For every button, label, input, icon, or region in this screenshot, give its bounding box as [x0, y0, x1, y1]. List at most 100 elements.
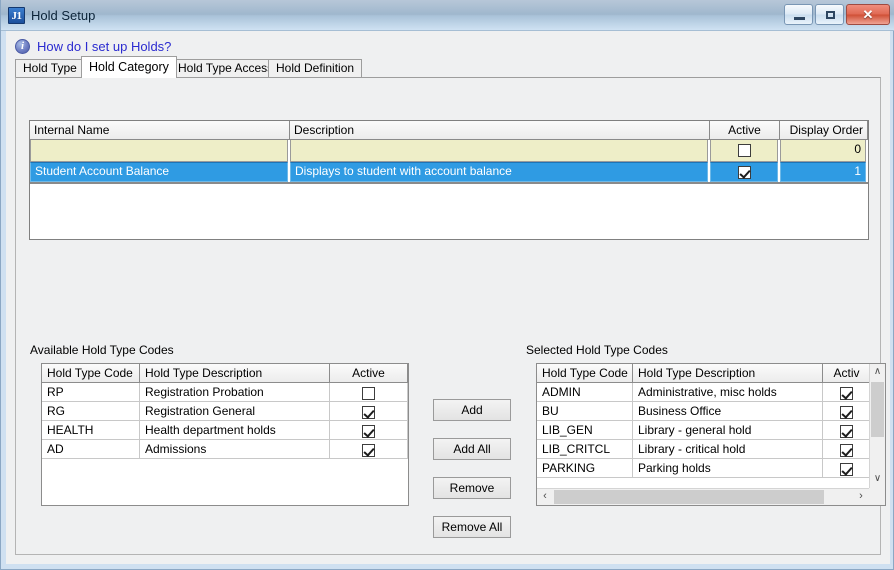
remove-all-button[interactable]: Remove All	[433, 516, 511, 538]
help-row: i How do I set up Holds?	[15, 35, 171, 57]
remove-button[interactable]: Remove	[433, 477, 511, 499]
selected-vertical-scrollbar[interactable]: ∧ ∨	[869, 364, 885, 488]
add-button[interactable]: Add	[433, 399, 511, 421]
available-row-active-checkbox[interactable]	[362, 444, 375, 457]
selected-column-header-code[interactable]: Hold Type Code	[537, 364, 633, 382]
column-header-internal-name[interactable]: Internal Name	[30, 121, 290, 139]
hold-category-grid[interactable]: Internal Name Description Active Display…	[29, 120, 869, 240]
available-row-active-checkbox[interactable]	[362, 406, 375, 419]
app-icon: J1	[8, 7, 25, 24]
selected-row-code: LIB_CRITCL	[537, 440, 633, 458]
add-all-button[interactable]: Add All	[433, 438, 511, 460]
available-row-description: Registration Probation	[140, 383, 330, 401]
selected-section-label: Selected Hold Type Codes	[526, 343, 668, 357]
selected-row-active-cell[interactable]	[823, 440, 871, 458]
tab-page-hold-category: Internal Name Description Active Display…	[15, 77, 881, 555]
selected-row-active-cell[interactable]	[823, 402, 871, 420]
row-internal-name[interactable]: Student Account Balance	[30, 162, 288, 182]
available-row-code: RG	[42, 402, 140, 420]
selected-row-code: BU	[537, 402, 633, 420]
new-row-active-cell[interactable]	[710, 140, 778, 162]
close-icon: ✕	[847, 5, 889, 24]
selected-row-active-checkbox[interactable]	[840, 425, 853, 438]
selected-row-active-checkbox[interactable]	[840, 444, 853, 457]
vertical-scroll-thumb[interactable]	[871, 382, 884, 437]
available-column-header-description[interactable]: Hold Type Description	[140, 364, 330, 382]
list-item[interactable]: LIB_GEN Library - general hold	[537, 421, 885, 440]
scroll-up-icon[interactable]: ∧	[870, 364, 885, 381]
horizontal-scroll-thumb[interactable]	[554, 490, 824, 504]
available-hold-type-codes-table[interactable]: Hold Type Code Hold Type Description Act…	[41, 363, 409, 506]
title-bar: J1 Hold Setup ✕	[1, 0, 894, 31]
selected-row-description: Administrative, misc holds	[633, 383, 823, 401]
maximize-icon	[826, 11, 835, 19]
selected-row-description: Business Office	[633, 402, 823, 420]
column-header-active[interactable]: Active	[710, 121, 780, 139]
list-item[interactable]: RG Registration General	[42, 402, 408, 421]
available-row-active-cell[interactable]	[330, 402, 408, 420]
grid-new-row[interactable]: 0	[30, 140, 868, 162]
row-description[interactable]: Displays to student with account balance	[290, 162, 708, 182]
hold-setup-window: J1 Hold Setup ✕ i How do I set up Holds?…	[0, 0, 894, 570]
list-item[interactable]: LIB_CRITCL Library - critical hold	[537, 440, 885, 459]
available-column-header-code[interactable]: Hold Type Code	[42, 364, 140, 382]
available-header-row: Hold Type Code Hold Type Description Act…	[42, 364, 408, 383]
row-active-checkbox[interactable]	[738, 166, 751, 179]
list-item[interactable]: ADMIN Administrative, misc holds	[537, 383, 885, 402]
scroll-right-icon[interactable]: ›	[853, 489, 869, 505]
minimize-button[interactable]	[784, 4, 813, 25]
selected-row-active-cell[interactable]	[823, 383, 871, 401]
selected-row-description: Library - critical hold	[633, 440, 823, 458]
available-row-active-checkbox[interactable]	[362, 425, 375, 438]
close-button[interactable]: ✕	[846, 4, 890, 25]
available-row-active-checkbox[interactable]	[362, 387, 375, 400]
scroll-left-icon[interactable]: ‹	[537, 489, 553, 505]
column-header-display-order[interactable]: Display Order	[780, 121, 868, 139]
selected-row-description: Parking holds	[633, 459, 823, 477]
grid-row-separator	[30, 182, 868, 184]
help-link[interactable]: How do I set up Holds?	[37, 39, 171, 54]
info-icon: i	[15, 39, 30, 54]
selected-row-active-checkbox[interactable]	[840, 406, 853, 419]
selected-row-code: LIB_GEN	[537, 421, 633, 439]
selected-horizontal-scrollbar[interactable]: ‹ ›	[537, 488, 885, 505]
new-row-description-input[interactable]	[290, 140, 708, 162]
maximize-button[interactable]	[815, 4, 844, 25]
available-row-code: RP	[42, 383, 140, 401]
available-row-active-cell[interactable]	[330, 383, 408, 401]
available-row-active-cell[interactable]	[330, 440, 408, 458]
available-row-code: AD	[42, 440, 140, 458]
selected-header-row: Hold Type Code Hold Type Description Act…	[537, 364, 885, 383]
selected-row-active-cell[interactable]	[823, 421, 871, 439]
window-title: Hold Setup	[31, 7, 95, 24]
tab-hold-definition[interactable]: Hold Definition	[268, 59, 362, 78]
selected-column-header-active[interactable]: Activ	[823, 364, 871, 382]
new-row-display-order-input[interactable]: 0	[780, 140, 866, 162]
selected-row-active-cell[interactable]	[823, 459, 871, 477]
available-row-active-cell[interactable]	[330, 421, 408, 439]
tab-hold-type[interactable]: Hold Type	[15, 59, 85, 78]
minimize-icon	[794, 17, 805, 20]
available-row-code: HEALTH	[42, 421, 140, 439]
list-item[interactable]: HEALTH Health department holds	[42, 421, 408, 440]
row-display-order[interactable]: 1	[780, 162, 866, 182]
available-row-description: Registration General	[140, 402, 330, 420]
selected-hold-type-codes-table[interactable]: Hold Type Code Hold Type Description Act…	[536, 363, 886, 506]
new-row-internal-name-input[interactable]	[30, 140, 288, 162]
list-item[interactable]: RP Registration Probation	[42, 383, 408, 402]
list-item[interactable]: AD Admissions	[42, 440, 408, 459]
selected-row-active-checkbox[interactable]	[840, 387, 853, 400]
selected-row-active-checkbox[interactable]	[840, 463, 853, 476]
available-column-header-active[interactable]: Active	[330, 364, 408, 382]
list-item[interactable]: PARKING Parking holds	[537, 459, 885, 478]
scroll-down-icon[interactable]: ∨	[870, 471, 885, 488]
table-row[interactable]: Student Account Balance Displays to stud…	[30, 162, 868, 182]
tab-hold-type-access[interactable]: Hold Type Access	[170, 59, 281, 78]
new-row-active-checkbox[interactable]	[738, 144, 751, 157]
column-header-description[interactable]: Description	[290, 121, 710, 139]
grid-header-row: Internal Name Description Active Display…	[30, 121, 868, 140]
selected-column-header-description[interactable]: Hold Type Description	[633, 364, 823, 382]
row-active-cell[interactable]	[710, 162, 778, 182]
tab-hold-category[interactable]: Hold Category	[81, 56, 177, 78]
list-item[interactable]: BU Business Office	[537, 402, 885, 421]
